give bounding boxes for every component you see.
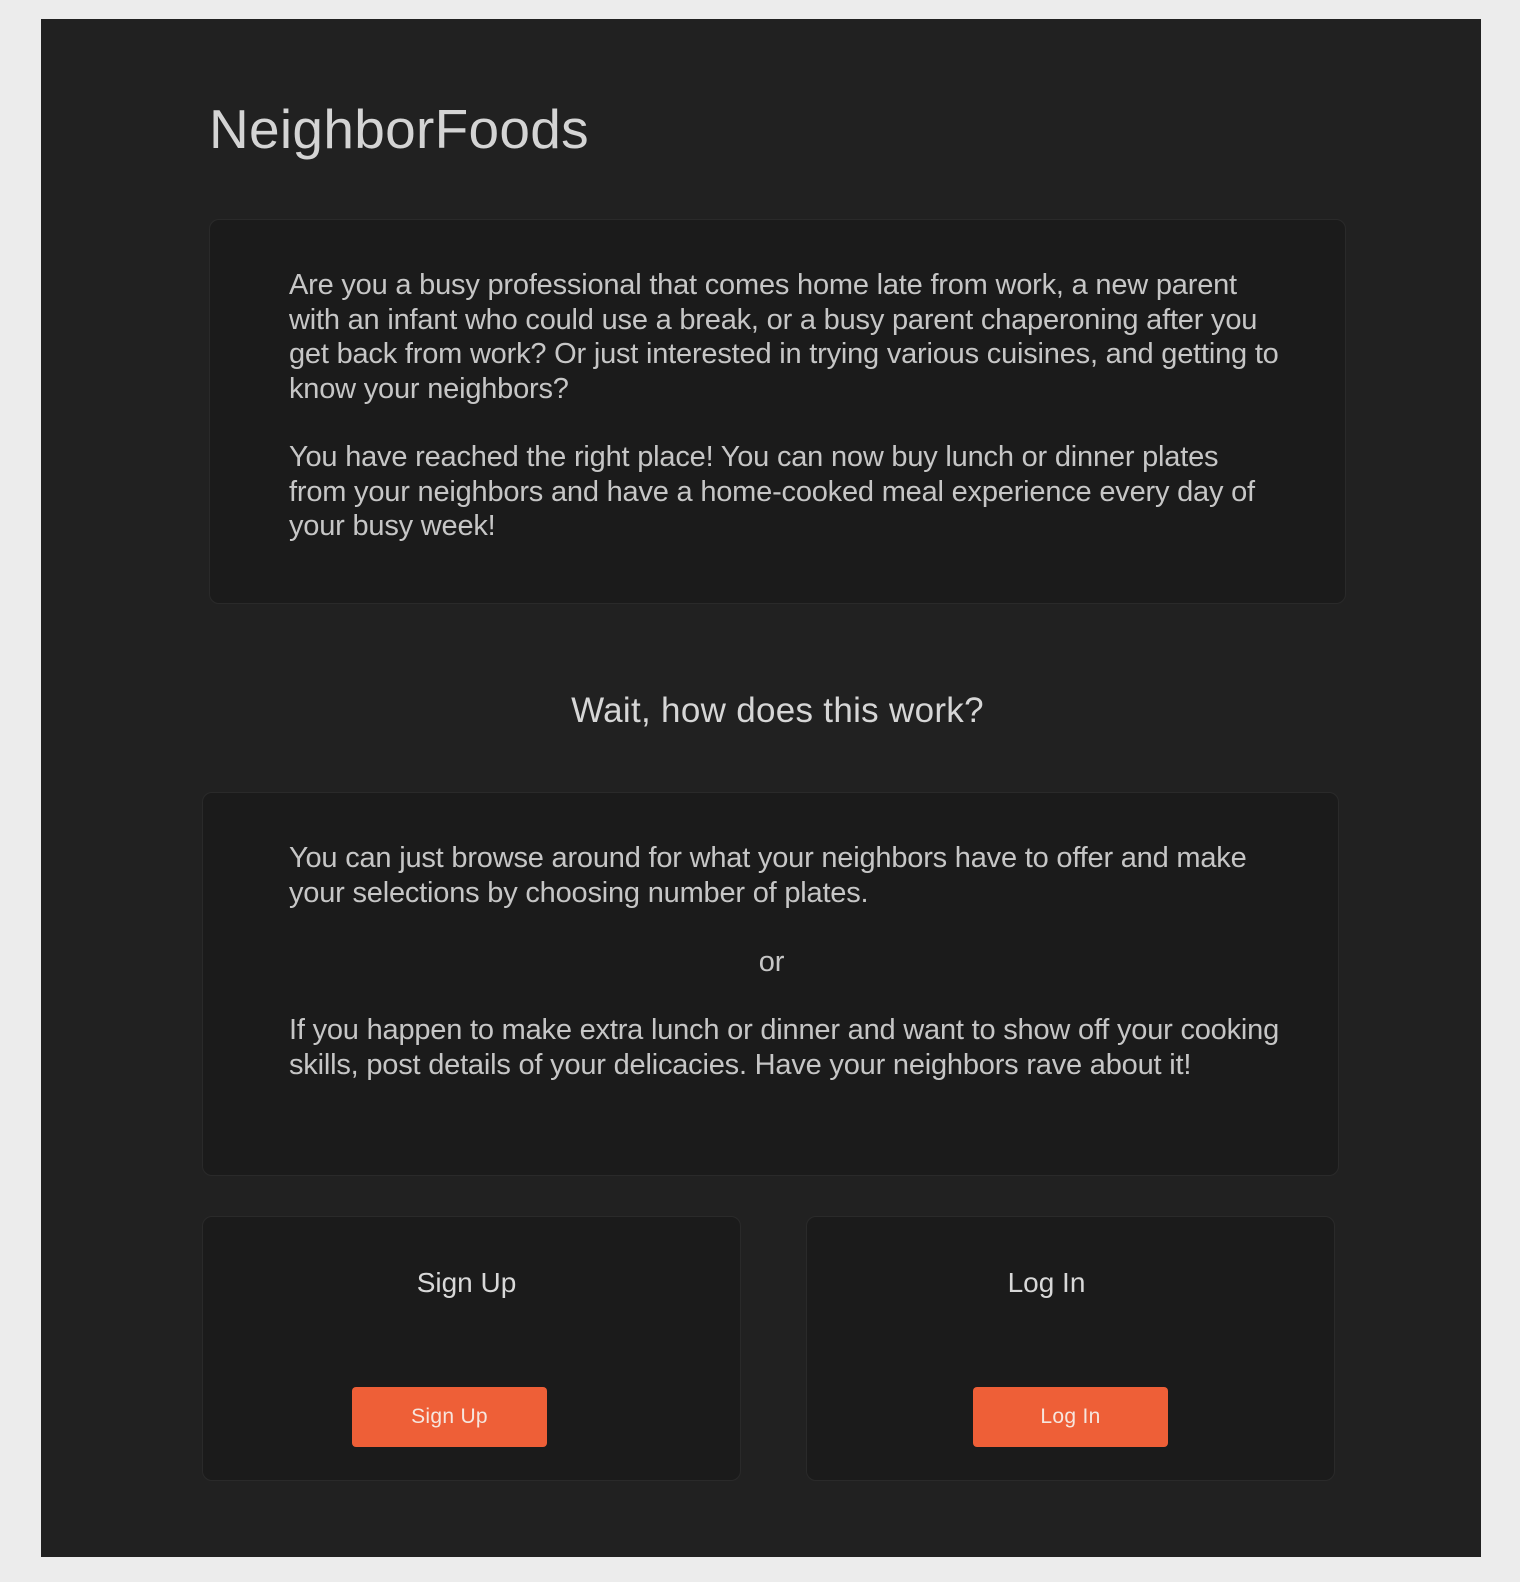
login-button[interactable]: Log In	[973, 1387, 1168, 1447]
signup-card: Sign Up Sign Up	[202, 1216, 741, 1481]
how-it-works-paragraph-2: If you happen to make extra lunch or din…	[289, 1014, 1280, 1081]
intro-card: Are you a busy professional that comes h…	[209, 219, 1346, 604]
how-it-works-card: You can just browse around for what your…	[202, 792, 1339, 1176]
intro-paragraph-1: Are you a busy professional that comes h…	[289, 269, 1279, 405]
or-separator: or	[758, 946, 785, 978]
page-frame: NeighborFoods Are you a busy professiona…	[41, 19, 1481, 1557]
signup-title: Sign Up	[416, 1267, 517, 1298]
app-title: NeighborFoods	[209, 98, 589, 160]
intro-paragraph-2: You have reached the right place! You ca…	[289, 441, 1255, 542]
login-card: Log In Log In	[806, 1216, 1335, 1481]
how-it-works-heading: Wait, how does this work?	[571, 691, 984, 730]
signup-button[interactable]: Sign Up	[352, 1387, 547, 1447]
how-it-works-paragraph-1: You can just browse around for what your…	[289, 842, 1247, 909]
login-title: Log In	[1007, 1267, 1086, 1298]
